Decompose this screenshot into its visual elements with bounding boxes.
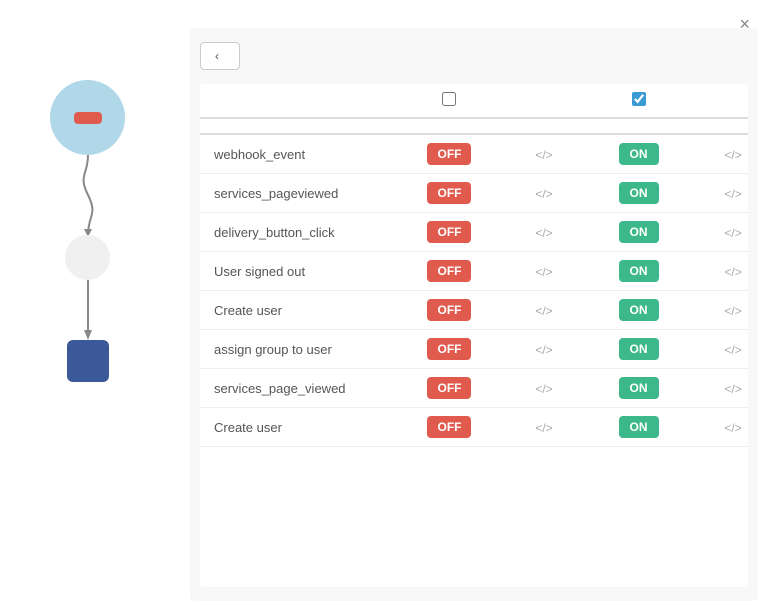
event-name: webhook_event <box>200 134 370 174</box>
chevron-left-icon: ‹ <box>215 49 219 63</box>
table-row: services_pageviewed OFF </> ON </> <box>200 174 748 213</box>
event-name: assign group to user <box>200 330 370 369</box>
facebook-icon <box>67 340 109 382</box>
sidebar <box>0 0 175 611</box>
close-icon[interactable]: × <box>739 14 750 35</box>
table-row: assign group to user OFF </> ON </> <box>200 330 748 369</box>
col-spacer-server <box>529 84 559 118</box>
server-code-icon[interactable]: </> <box>535 343 552 357</box>
event-name: Create user <box>200 291 370 330</box>
server-off-button[interactable]: OFF <box>427 416 471 438</box>
gear-icon-circle <box>65 235 110 280</box>
server-off-button[interactable]: OFF <box>427 299 471 321</box>
event-name: User signed out <box>200 252 370 291</box>
client-code-icon[interactable]: </> <box>724 226 741 240</box>
client-on-button[interactable]: ON <box>619 260 659 282</box>
click-button[interactable] <box>74 112 102 124</box>
server-toggle-cell: OFF <box>370 252 529 291</box>
event-name: Create user <box>200 408 370 447</box>
server-toggle-cell: OFF <box>370 174 529 213</box>
server-off-button[interactable]: OFF <box>427 143 471 165</box>
enable-all-server-checkbox[interactable] <box>442 92 456 106</box>
server-code-icon[interactable]: </> <box>535 226 552 240</box>
col-client-header <box>559 84 718 118</box>
server-off-button[interactable]: OFF <box>427 377 471 399</box>
event-name: services_page_viewed <box>200 369 370 408</box>
client-toggle-cell: ON <box>559 134 718 174</box>
table-row: webhook_event OFF </> ON </> <box>200 134 748 174</box>
server-toggle-cell: OFF <box>370 408 529 447</box>
client-toggle-cell: ON <box>559 330 718 369</box>
client-toggle-cell: ON <box>559 213 718 252</box>
server-code-icon[interactable]: </> <box>535 265 552 279</box>
col-spacer-client <box>718 84 748 118</box>
client-on-button[interactable]: ON <box>619 221 659 243</box>
client-on-button[interactable]: ON <box>619 182 659 204</box>
back-button[interactable]: ‹ <box>200 42 240 70</box>
col-server-header <box>370 84 529 118</box>
server-off-button[interactable]: OFF <box>427 260 471 282</box>
client-toggle-cell: ON <box>559 291 718 330</box>
client-code-icon[interactable]: </> <box>724 265 741 279</box>
table-row: Create user OFF </> ON </> <box>200 291 748 330</box>
table-row: delivery_button_click OFF </> ON </> <box>200 213 748 252</box>
event-name: services_pageviewed <box>200 174 370 213</box>
server-off-button[interactable]: OFF <box>427 221 471 243</box>
server-code-icon[interactable]: </> <box>535 421 552 435</box>
connector-svg-2 <box>73 280 103 340</box>
client-code-icon[interactable]: </> <box>724 148 741 162</box>
client-code-icon[interactable]: </> <box>724 304 741 318</box>
client-on-button[interactable]: ON <box>619 377 659 399</box>
server-code-icon[interactable]: </> <box>535 304 552 318</box>
col-event-header <box>200 84 370 118</box>
enable-all-client-checkbox[interactable] <box>632 92 646 106</box>
client-on-button[interactable]: ON <box>619 299 659 321</box>
server-code-icon[interactable]: </> <box>535 187 552 201</box>
table-row: Create user OFF </> ON </> <box>200 408 748 447</box>
client-on-button[interactable]: ON <box>619 416 659 438</box>
client-on-button[interactable]: ON <box>619 143 659 165</box>
server-toggle-cell: OFF <box>370 213 529 252</box>
callbacks-table-container: webhook_event OFF </> ON </> services_pa… <box>200 84 748 587</box>
client-code-icon[interactable]: </> <box>724 187 741 201</box>
table-row: services_page_viewed OFF </> ON </> <box>200 369 748 408</box>
client-code-icon[interactable]: </> <box>724 382 741 396</box>
client-code-icon[interactable]: </> <box>724 343 741 357</box>
connector-svg <box>73 155 103 235</box>
server-toggle-cell: OFF <box>370 134 529 174</box>
server-off-button[interactable]: OFF <box>427 182 471 204</box>
server-off-button[interactable]: OFF <box>427 338 471 360</box>
client-toggle-cell: ON <box>559 369 718 408</box>
client-toggle-cell: ON <box>559 252 718 291</box>
section-header-label <box>200 118 748 134</box>
server-toggle-cell: OFF <box>370 330 529 369</box>
event-name: delivery_button_click <box>200 213 370 252</box>
callbacks-table: webhook_event OFF </> ON </> services_pa… <box>200 84 748 447</box>
server-code-icon[interactable]: </> <box>535 382 552 396</box>
table-row: User signed out OFF </> ON </> <box>200 252 748 291</box>
server-toggle-cell: OFF <box>370 369 529 408</box>
server-toggle-cell: OFF <box>370 291 529 330</box>
client-code-icon[interactable]: </> <box>724 421 741 435</box>
click-circle <box>50 80 125 155</box>
client-toggle-cell: ON <box>559 174 718 213</box>
server-code-icon[interactable]: </> <box>535 148 552 162</box>
client-toggle-cell: ON <box>559 408 718 447</box>
main-panel: ‹ <box>190 28 758 601</box>
client-on-button[interactable]: ON <box>619 338 659 360</box>
